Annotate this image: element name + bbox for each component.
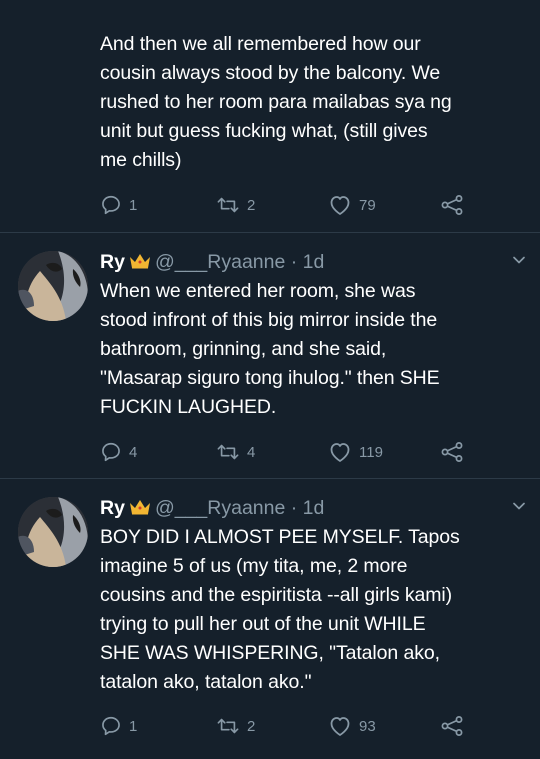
reply-icon [100, 194, 122, 216]
user-handle[interactable]: @___Ryaanne [155, 251, 285, 273]
like-button[interactable]: 93 [328, 714, 376, 738]
share-button[interactable] [440, 440, 464, 464]
tweet-actions: 4 4 119 [100, 440, 480, 464]
like-count: 93 [359, 717, 376, 735]
reply-icon [100, 441, 122, 463]
tweet-header: Ry @___Ryaanne · 1d [100, 249, 324, 276]
tweet-2[interactable]: Ry @___Ryaanne · 1d When we entered her r… [0, 233, 540, 480]
crown-icon [129, 250, 151, 276]
reply-count: 1 [129, 717, 138, 735]
share-icon [440, 194, 464, 216]
retweet-icon [216, 715, 240, 737]
retweet-button[interactable]: 2 [216, 193, 255, 217]
share-icon [440, 715, 464, 737]
user-handle[interactable]: @___Ryaanne [155, 497, 285, 519]
display-name[interactable]: Ry [100, 497, 125, 519]
timestamp[interactable]: · 1d [291, 497, 325, 519]
tweet-text: BOY DID I ALMOST PEE MYSELF. Tapos imagi… [100, 526, 460, 693]
tweet-1[interactable]: And then we all remembered how our cousi… [0, 0, 540, 230]
retweet-icon [216, 441, 240, 463]
retweet-icon [216, 194, 240, 216]
retweet-count: 2 [247, 717, 256, 735]
reply-button[interactable]: 1 [100, 714, 137, 738]
reply-icon [100, 715, 122, 737]
retweet-count: 4 [247, 443, 256, 461]
avatar[interactable] [18, 251, 88, 321]
reply-count: 1 [129, 196, 138, 214]
retweet-count: 2 [247, 196, 256, 214]
like-icon [328, 441, 352, 463]
tweet-header: Ry @___Ryaanne · 1d [100, 495, 324, 522]
tweet-text: And then we all remembered how our cousi… [100, 33, 452, 171]
chevron-down-icon[interactable] [512, 499, 526, 513]
like-count: 119 [359, 443, 383, 461]
retweet-button[interactable]: 4 [216, 440, 255, 464]
reply-button[interactable]: 4 [100, 440, 137, 464]
avatar[interactable] [18, 497, 88, 567]
like-button[interactable]: 119 [328, 440, 383, 464]
like-icon [328, 194, 352, 216]
display-name[interactable]: Ry [100, 251, 125, 273]
reply-count: 4 [129, 443, 138, 461]
retweet-button[interactable]: 2 [216, 714, 255, 738]
tweet-3[interactable]: Ry @___Ryaanne · 1d BOY DID I ALMOST PEE … [0, 479, 540, 759]
tweet-actions: 1 2 93 [100, 714, 480, 738]
reply-button[interactable]: 1 [100, 193, 137, 217]
share-button[interactable] [440, 714, 464, 738]
crown-icon [129, 496, 151, 522]
share-button[interactable] [440, 193, 464, 217]
like-count: 79 [359, 196, 376, 214]
share-icon [440, 441, 464, 463]
tweet-text: When we entered her room, she was stood … [100, 280, 440, 418]
tweet-actions: 1 2 79 [100, 193, 480, 217]
like-button[interactable]: 79 [328, 193, 376, 217]
timestamp[interactable]: · 1d [291, 251, 325, 273]
like-icon [328, 715, 352, 737]
chevron-down-icon[interactable] [512, 253, 526, 267]
